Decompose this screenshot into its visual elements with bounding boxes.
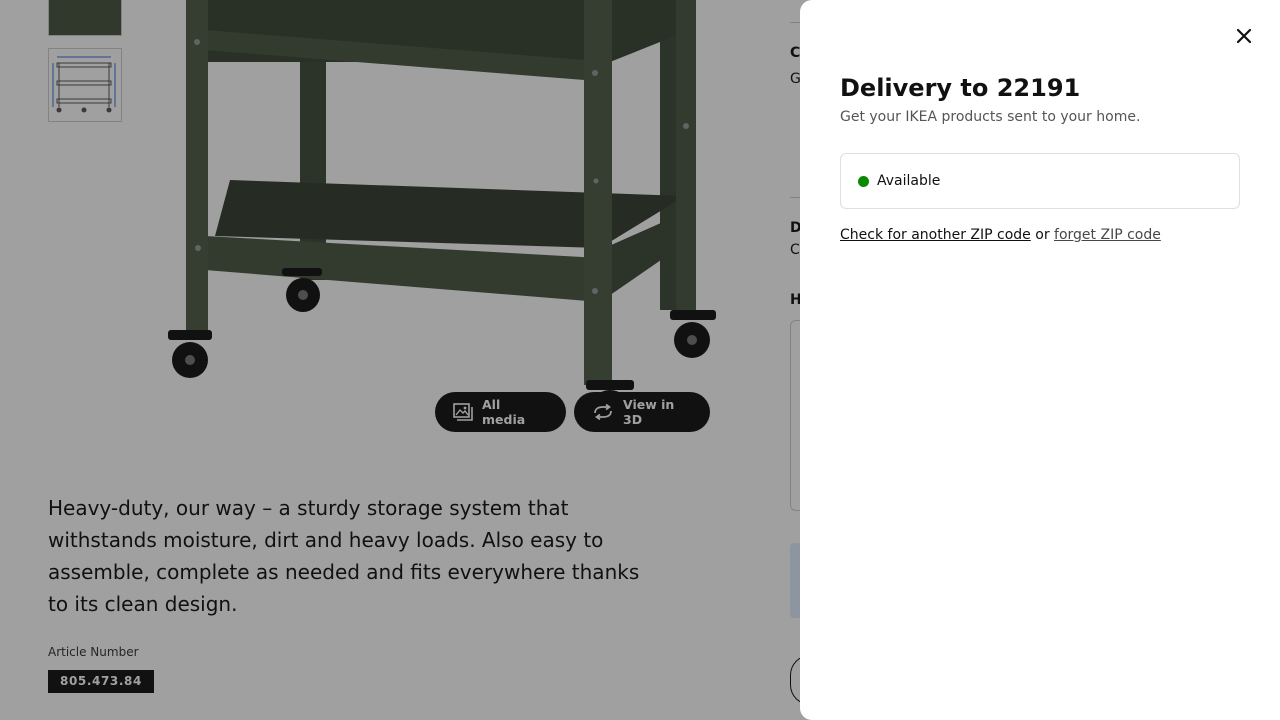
availability-status-text: Available	[877, 173, 941, 189]
close-icon	[1236, 28, 1252, 44]
availability-status-box: Available	[840, 153, 1240, 209]
delivery-title: Delivery to 22191	[840, 74, 1081, 102]
check-another-zip-link[interactable]: Check for another ZIP code	[840, 227, 1031, 243]
available-status-dot-icon	[858, 175, 869, 187]
delivery-subtitle: Get your IKEA products sent to your home…	[840, 109, 1141, 125]
forget-zip-link[interactable]: forget ZIP code	[1054, 227, 1161, 243]
zip-code-links: Check for another ZIP code or forget ZIP…	[840, 227, 1161, 243]
delivery-sheet: Delivery to 22191 Get your IKEA products…	[800, 0, 1280, 720]
or-text: or	[1035, 227, 1050, 243]
close-button[interactable]	[1224, 16, 1264, 56]
